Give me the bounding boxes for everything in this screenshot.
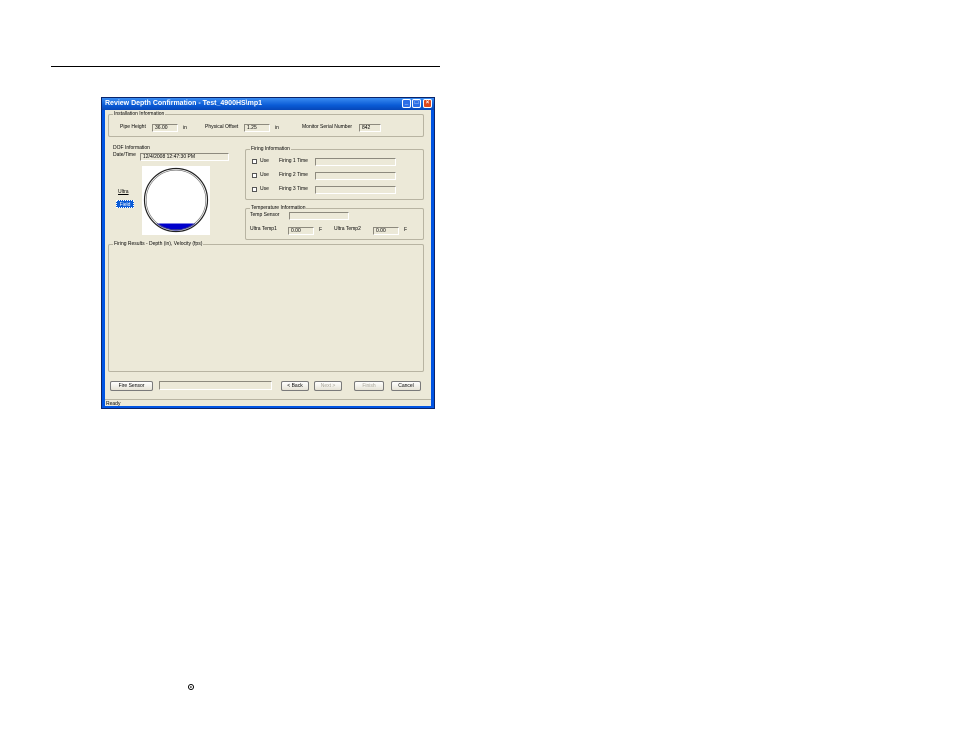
temperature-info-title: Temperature Information bbox=[250, 205, 307, 212]
review-depth-confirmation-window: Review Depth Confirmation - Test_4900HS\… bbox=[101, 97, 435, 409]
use-firing-2-checkbox[interactable] bbox=[252, 173, 257, 178]
progress-field bbox=[159, 381, 272, 390]
use-firing-1-checkbox[interactable] bbox=[252, 159, 257, 164]
copyright-icon: c bbox=[188, 684, 194, 690]
ultra-temp1-label: Ultra Temp1 bbox=[250, 226, 277, 232]
status-text: Ready bbox=[106, 401, 121, 407]
use-firing-3-checkbox[interactable] bbox=[252, 187, 257, 192]
physical-offset-field[interactable]: 1.25 bbox=[244, 124, 270, 132]
pipe-depth-diagram bbox=[142, 166, 210, 235]
ultra-label[interactable]: Ultra bbox=[118, 189, 129, 196]
window-title: Review Depth Confirmation - Test_4900HS\… bbox=[105, 100, 263, 107]
title-bar[interactable]: Review Depth Confirmation - Test_4900HS\… bbox=[102, 98, 434, 110]
firing-2-time-field[interactable] bbox=[315, 172, 396, 180]
ultra-temp2-unit: F bbox=[404, 227, 408, 233]
dof-info-title: DOF Information bbox=[113, 145, 150, 151]
next-button[interactable]: Next > bbox=[314, 381, 342, 391]
minimize-icon[interactable]: _ bbox=[402, 99, 411, 108]
datetime-field[interactable]: 12/4/2008 12:47:30 PM bbox=[140, 153, 229, 161]
cancel-button[interactable]: Cancel bbox=[391, 381, 421, 391]
firing-2-time-label: Firing 2 Time bbox=[279, 172, 308, 178]
firing-1-time-label: Firing 1 Time bbox=[279, 158, 308, 164]
temp-sensor-field[interactable] bbox=[289, 212, 349, 220]
firing-3-time-field[interactable] bbox=[315, 186, 396, 194]
temp-sensor-label: Temp Sensor bbox=[250, 212, 280, 218]
firing-info-title: Firing Information bbox=[250, 146, 291, 153]
ultra-temp2-field[interactable]: 0.00 bbox=[373, 227, 399, 235]
finish-button[interactable]: Finish bbox=[354, 381, 384, 391]
use-firing-2-label: Use bbox=[260, 172, 269, 178]
installation-info-group: Installation Information Pipe Height 36.… bbox=[108, 111, 424, 137]
firing-info-group: Firing Information Use Firing 1 Time Use… bbox=[245, 146, 424, 200]
ultra-temp1-field[interactable]: 0.00 bbox=[288, 227, 314, 235]
temperature-info-group: Temperature Information Temp Sensor Ultr… bbox=[245, 205, 424, 240]
firing-results-title: Firing Results - Depth (in), Velocity (f… bbox=[113, 241, 204, 248]
installation-info-title: Installation Information bbox=[113, 111, 166, 118]
status-bar: Ready bbox=[105, 399, 431, 408]
maximize-icon[interactable]: □ bbox=[412, 99, 421, 108]
close-icon[interactable]: × bbox=[423, 99, 432, 108]
datetime-label: Date/Time bbox=[113, 152, 136, 158]
window-border-right bbox=[431, 110, 434, 408]
fire-sensor-button[interactable]: Fire Sensor bbox=[110, 381, 153, 391]
serial-number-label: Monitor Serial Number bbox=[302, 124, 353, 130]
firing-3-time-label: Firing 3 Time bbox=[279, 186, 308, 192]
pipe-height-label: Pipe Height bbox=[120, 124, 146, 130]
physical-offset-label: Physical Offset bbox=[205, 124, 239, 130]
pipe-height-unit: in bbox=[183, 125, 187, 131]
firing-results-group: Firing Results - Depth (in), Velocity (f… bbox=[108, 241, 424, 372]
physical-offset-unit: in bbox=[275, 125, 279, 131]
window-border-left bbox=[102, 110, 105, 408]
use-firing-1-label: Use bbox=[260, 158, 269, 164]
back-button[interactable]: < Back bbox=[281, 381, 309, 391]
ultra-temp1-unit: F bbox=[319, 227, 323, 233]
firing-1-time-field[interactable] bbox=[315, 158, 396, 166]
field-badge[interactable]: Field bbox=[116, 200, 134, 208]
page-divider-line bbox=[51, 66, 440, 67]
serial-number-field[interactable]: 842 bbox=[359, 124, 381, 132]
use-firing-3-label: Use bbox=[260, 186, 269, 192]
ultra-temp2-label: Ultra Temp2 bbox=[334, 226, 361, 232]
pipe-height-field[interactable]: 36.00 bbox=[152, 124, 178, 132]
